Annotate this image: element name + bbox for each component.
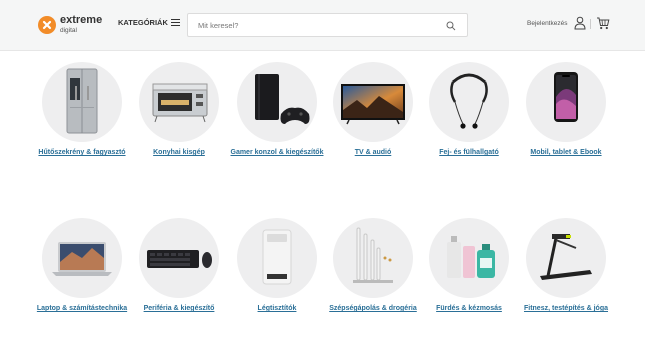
category-fitness[interactable]: Fitnesz, testépítés & jóga	[511, 218, 621, 314]
category-image	[237, 218, 317, 298]
category-image	[429, 62, 509, 142]
tv-icon	[341, 84, 405, 125]
categories-menu-button[interactable]: KATEGÓRIÁK	[118, 18, 180, 27]
game-console-icon	[255, 74, 310, 124]
category-label[interactable]: Szépségápolás & drogéria	[318, 304, 428, 314]
category-image	[42, 62, 122, 142]
category-image	[139, 62, 219, 142]
logo-name: extreme	[60, 13, 103, 26]
category-bath-handwash[interactable]: Fürdés & kézmosás	[414, 218, 524, 314]
category-fridge[interactable]: Hűtőszekrény & fagyasztó	[27, 62, 137, 158]
category-laptop[interactable]: Laptop & számítástechnika	[27, 218, 137, 314]
keyboard-mouse-icon	[147, 250, 212, 268]
earphones-icon	[450, 73, 488, 129]
top-navigation-bar: extreme digital KATEGÓRIÁK Bejelentkezés	[0, 0, 645, 51]
soap-bottles-icon	[447, 236, 495, 278]
category-label[interactable]: TV & audió	[318, 148, 428, 158]
categories-menu-label: KATEGÓRIÁK	[118, 18, 168, 27]
category-label[interactable]: Fürdés & kézmosás	[414, 304, 524, 314]
category-air-purifier[interactable]: Légtisztítók	[222, 218, 332, 314]
category-kitchen-appliance[interactable]: Konyhai kisgép	[124, 62, 234, 158]
category-image	[42, 218, 122, 298]
search-box	[187, 13, 468, 37]
logo-text: extreme digital	[60, 13, 103, 35]
category-image	[237, 62, 317, 142]
user-icon[interactable]	[574, 16, 586, 30]
category-label[interactable]: Fej- és fülhallgató	[414, 148, 524, 158]
header-divider	[590, 19, 591, 29]
logo-subname: digital	[60, 26, 77, 34]
cart-icon[interactable]	[596, 17, 610, 30]
category-image	[139, 218, 219, 298]
category-label[interactable]: Fitnesz, testépítés & jóga	[511, 304, 621, 314]
category-label[interactable]: Gamer konzol & kiegészítők	[222, 148, 332, 158]
category-label[interactable]: Konyhai kisgép	[124, 148, 234, 158]
toaster-oven-icon	[152, 83, 208, 123]
category-label[interactable]: Periféria & kiegészítő	[124, 304, 234, 314]
toothbrush-icon	[353, 227, 393, 283]
login-link[interactable]: Bejelentkezés	[527, 20, 567, 27]
category-image	[333, 218, 413, 298]
search-input[interactable]	[188, 14, 438, 36]
category-peripherals[interactable]: Periféria & kiegészítő	[124, 218, 234, 314]
category-label[interactable]: Mobil, tablet & Ebook	[511, 148, 621, 158]
category-label[interactable]: Laptop & számítástechnika	[27, 304, 137, 314]
category-label[interactable]: Hűtőszekrény & fagyasztó	[27, 148, 137, 158]
category-mobile-tablet[interactable]: Mobil, tablet & Ebook	[511, 62, 621, 158]
brand-logo[interactable]: extreme digital	[38, 14, 102, 36]
fridge-icon	[66, 68, 98, 134]
smartphone-icon	[554, 72, 578, 122]
search-icon[interactable]	[445, 20, 457, 32]
hamburger-icon	[170, 19, 180, 27]
category-label[interactable]: Légtisztítók	[222, 304, 332, 314]
category-beauty-care[interactable]: Szépségápolás & drogéria	[318, 218, 428, 314]
logo-x-icon	[38, 16, 56, 34]
category-tv-audio[interactable]: TV & audió	[318, 62, 428, 158]
category-image	[429, 218, 509, 298]
category-headphones[interactable]: Fej- és fülhallgató	[414, 62, 524, 158]
category-gamer-console[interactable]: Gamer konzol & kiegészítők	[222, 62, 332, 158]
category-image	[526, 218, 606, 298]
air-purifier-icon	[262, 229, 292, 285]
category-image	[333, 62, 413, 142]
treadmill-icon	[540, 234, 592, 280]
laptop-icon	[52, 242, 112, 276]
category-image	[526, 62, 606, 142]
